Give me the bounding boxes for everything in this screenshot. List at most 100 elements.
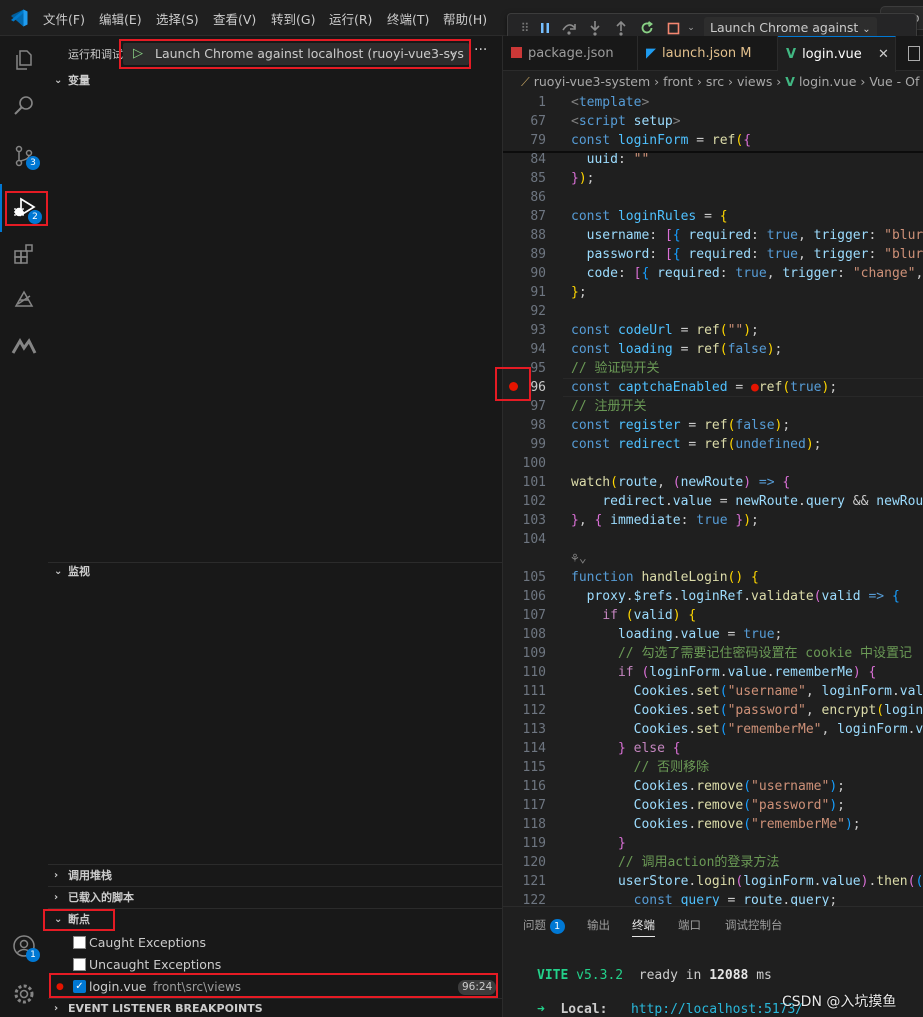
code-line[interactable]: }); [571,169,594,188]
code-line[interactable]: if (loginForm.value.rememberMe) { [571,663,876,682]
start-debugging-icon[interactable]: ▷ [133,46,143,61]
code-line[interactable]: const query = route.query; [571,891,838,906]
search-icon[interactable] [0,82,48,130]
code-line[interactable]: redirect.value = newRoute.query && newRo… [571,492,923,511]
extensions-icon[interactable] [0,230,48,278]
breadcrumb-item[interactable]: views [737,74,772,89]
code-line[interactable]: username: [{ required: true, trigger: "b… [571,226,923,245]
code-line[interactable]: Cookies.set("rememberMe", loginForm.va [571,720,923,739]
code-line[interactable]: // 验证码开关 [571,359,659,378]
breadcrumb-item[interactable]: login.vue [799,74,856,89]
code-line[interactable]: userStore.login(loginForm.value).then(() [571,872,923,891]
code-line[interactable]: const loading = ref(false); [571,340,782,359]
code-line[interactable]: Cookies.remove("password"); [571,796,845,815]
tab-debug-console[interactable]: 调试控制台 [725,917,783,933]
menu-file[interactable]: 文件(F) [43,9,85,28]
code-line[interactable]: }; [571,283,587,302]
uncaught-exceptions-row[interactable]: Uncaught Exceptions [73,954,221,976]
code-line[interactable]: Cookies.set("password", encrypt(loginF [571,701,923,720]
code-line[interactable]: code: [{ required: true, trigger: "chang… [571,264,923,283]
explorer-icon[interactable] [0,36,48,84]
drag-handle-icon[interactable]: ⠿ [516,19,534,37]
variables-section-header[interactable]: ⌄ 变量 [48,70,503,92]
stop-dropdown-icon[interactable]: ⌄ [682,19,700,37]
stop-icon[interactable] [664,19,682,37]
code-line[interactable]: ⚘⌄ [571,549,587,568]
tab-problems[interactable]: 问题 1 [523,917,565,934]
menu-view[interactable]: 查看(V) [213,9,256,28]
menu-edit[interactable]: 编辑(E) [99,9,142,28]
code-line[interactable]: const redirect = ref(undefined); [571,435,822,454]
code-line[interactable]: } else { [571,739,681,758]
code-line[interactable]: Cookies.remove("username"); [571,777,845,796]
code-line[interactable]: const register = ref(false); [571,416,790,435]
code-line[interactable]: const codeUrl = ref(""); [571,321,759,340]
breakpoints-section-header[interactable]: ⌄ 断点 [48,909,503,931]
remote-explorer-icon[interactable] [0,276,48,324]
tab-terminal[interactable]: 终端 [632,917,655,937]
local-url[interactable]: http://localhost:5173/ [631,1002,803,1017]
callstack-section-header[interactable]: › 调用堆栈 [48,865,503,887]
tab-ports[interactable]: 端口 [678,917,701,933]
breadcrumb-item[interactable]: front [663,74,693,89]
code-line[interactable]: watch(route, (newRoute) => { [571,473,790,492]
code-line[interactable]: // 勾选了需要记住密码设置在 cookie 中设置记 [571,644,912,663]
caught-exceptions-row[interactable]: Caught Exceptions [73,932,206,954]
breakpoint-item[interactable]: ● ✓ login.vue front\src\views 96:24 [48,976,503,998]
restart-icon[interactable] [638,19,656,37]
checkbox[interactable] [73,936,86,949]
settings-gear-icon[interactable] [0,970,48,1017]
tab-output[interactable]: 输出 [587,917,610,933]
code-line[interactable]: Cookies.remove("rememberMe"); [571,815,861,834]
code-line[interactable]: function handleLogin() { [571,568,759,587]
code-line[interactable]: } [571,834,626,853]
callstack-title: 调用堆栈 [68,869,112,882]
breadcrumb-item[interactable]: Vue - Of [869,74,919,89]
tab-launch-json[interactable]: ◤ launch.json M [638,36,778,71]
code-editor[interactable]: 1 <template> 67 <script setup> 79 const login… [503,92,923,906]
checkbox[interactable] [73,958,86,971]
code-line[interactable]: // 否则移除 [571,758,709,777]
pause-icon[interactable] [536,19,554,37]
code-line[interactable]: const loginRules = { [571,207,728,226]
code-line[interactable]: const loginForm = ref({ [571,131,751,150]
step-into-icon[interactable] [586,19,604,37]
breadcrumb-item[interactable]: ruoyi-vue3-system [534,74,650,89]
tab-login-vue[interactable]: Vlogin.vue ✕ [778,36,896,72]
code-line[interactable]: Cookies.set("username", loginForm.valu [571,682,923,701]
launch-config-select[interactable]: ▷ Launch Chrome against localhost (ruoyi… [123,43,469,65]
vite-ms: ms [756,968,772,983]
code-line[interactable]: proxy.$refs.loginRef.validate(valid => { [571,587,900,606]
checkbox-checked-icon[interactable]: ✓ [73,980,86,993]
event-listener-section-header[interactable]: › EVENT LISTENER BREAKPOINTS [48,998,503,1017]
code-line[interactable]: if (valid) { [571,606,696,625]
code-line[interactable]: const captchaEnabled = ●ref(true); [571,378,837,397]
m-extension-icon[interactable] [0,322,48,370]
code-line[interactable]: // 调用action的登录方法 [571,853,779,872]
account-icon[interactable]: 1 [0,922,48,970]
code-line[interactable]: <template> [571,93,649,112]
step-over-icon[interactable] [560,19,578,37]
more-actions-icon[interactable]: ··· [474,42,487,58]
code-line[interactable]: loading.value = true; [571,625,782,644]
menu-run[interactable]: 运行(R) [329,9,372,28]
code-line[interactable]: password: [{ required: true, trigger: "b… [571,245,923,264]
code-line[interactable]: }, { immediate: true }); [571,511,759,530]
menu-selection[interactable]: 选择(S) [156,9,199,28]
loaded-scripts-section-header[interactable]: › 已载入的脚本 [48,887,503,909]
menu-terminal[interactable]: 终端(T) [387,9,429,28]
breadcrumb-item[interactable]: src [706,74,724,89]
run-debug-icon[interactable]: 2 [0,184,48,232]
code-line[interactable]: // 注册开关 [571,397,646,416]
close-icon[interactable]: ✕ [878,47,889,62]
menu-help[interactable]: 帮助(H) [443,9,487,28]
code-line[interactable]: uuid: "" [571,150,650,169]
tab-package-json[interactable]: package.json [503,36,638,71]
menu-go[interactable]: 转到(G) [271,9,315,28]
source-control-icon[interactable]: 3 [0,132,48,180]
watch-section-header[interactable]: ⌄ 监视 [48,561,503,583]
line-number: 101 [522,475,546,490]
uncaught-exceptions-label: Uncaught Exceptions [89,957,222,972]
code-line[interactable]: <script setup> [571,112,681,131]
step-out-icon[interactable] [612,19,630,37]
